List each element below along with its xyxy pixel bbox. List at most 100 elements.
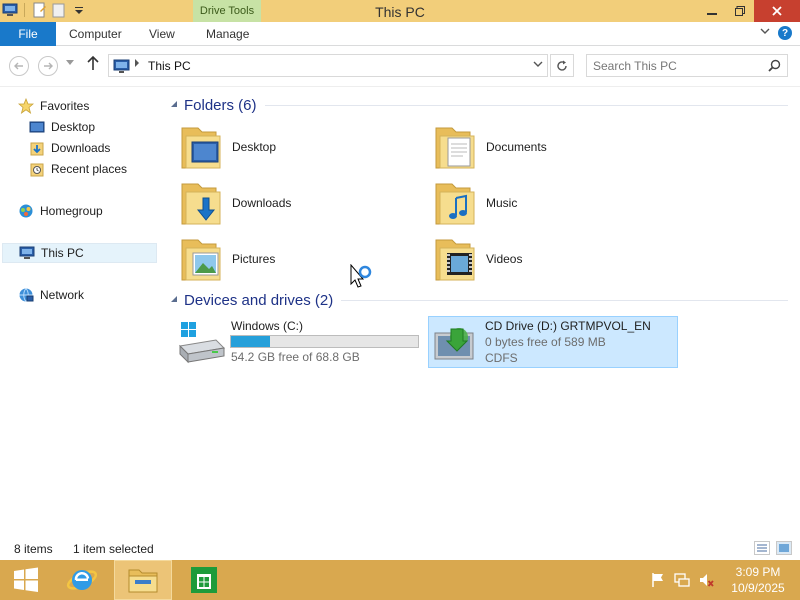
breadcrumb[interactable]: This PC — [148, 59, 191, 73]
desktop-folder-icon — [176, 122, 224, 172]
minimize-button[interactable] — [698, 0, 726, 22]
system-clock[interactable]: 3:09 PM 10/9/2025 — [722, 564, 794, 596]
collapse-icon — [170, 100, 178, 110]
forward-button[interactable] — [38, 56, 58, 76]
folder-tile-videos[interactable]: Videos — [430, 232, 670, 286]
title-bar: Drive Tools This PC — [0, 0, 800, 22]
folder-label: Documents — [486, 140, 547, 154]
volume-muted-icon[interactable] — [698, 572, 714, 591]
nav-item-desktop[interactable]: Desktop — [29, 117, 95, 137]
chevron-down-icon — [66, 60, 74, 65]
address-bar[interactable]: This PC — [108, 54, 548, 77]
window-title: This PC — [375, 4, 425, 20]
folders-group-header[interactable]: Folders (6) — [168, 94, 788, 116]
devices-group-title: Devices and drives (2) — [184, 291, 334, 309]
taskbar-store[interactable] — [180, 560, 228, 600]
computer-app-icon[interactable] — [2, 2, 18, 18]
tab-computer[interactable]: Computer — [69, 22, 122, 46]
cd-drive-icon — [429, 321, 479, 368]
drive-name: Windows (C:) — [231, 319, 304, 333]
address-row: This PC — [0, 46, 800, 86]
drive-tile-d[interactable]: CD Drive (D:) GRTMPVOL_EN 0 bytes free o… — [428, 316, 678, 368]
group-divider — [341, 299, 788, 301]
homegroup-icon — [18, 203, 34, 219]
windows-logo-icon — [14, 567, 38, 592]
network-icon — [18, 287, 34, 303]
restore-icon — [735, 6, 745, 16]
status-bar: 8 items 1 item selected — [0, 538, 800, 560]
large-icons-view-icon — [779, 544, 789, 552]
taskbar-internet-explorer[interactable] — [58, 560, 106, 600]
close-icon — [772, 6, 782, 16]
folder-tile-music[interactable]: Music — [430, 176, 670, 230]
folder-tile-desktop[interactable]: Desktop — [176, 120, 416, 174]
quick-access-toolbar — [2, 2, 87, 18]
store-icon — [191, 567, 217, 593]
file-explorer-icon — [128, 569, 158, 593]
drive-tools-contextual-tab: Drive Tools — [193, 0, 261, 22]
nav-item-label: Recent places — [51, 162, 128, 176]
downloads-icon — [29, 140, 45, 156]
hard-drive-icon — [176, 320, 226, 367]
busy-cursor-icon — [350, 263, 374, 295]
downloads-folder-icon — [176, 178, 224, 228]
folder-label: Videos — [486, 252, 523, 266]
recent-locations-dropdown[interactable] — [66, 58, 74, 68]
this-pc-icon — [19, 245, 35, 261]
large-icons-view-button[interactable] — [776, 541, 792, 555]
properties-icon[interactable] — [31, 2, 47, 18]
breadcrumb-arrow-icon[interactable] — [134, 59, 140, 69]
taskbar: 3:09 PM 10/9/2025 — [0, 560, 800, 600]
folder-tile-downloads[interactable]: Downloads — [176, 176, 416, 230]
recent-places-icon — [29, 161, 45, 177]
up-button[interactable] — [86, 55, 100, 75]
folder-tile-pictures[interactable]: Pictures — [176, 232, 416, 286]
collapse-icon — [170, 295, 178, 305]
nav-network-label: Network — [40, 288, 85, 302]
customize-qat-icon[interactable] — [71, 2, 87, 18]
help-icon[interactable]: ? — [778, 26, 792, 40]
nav-network[interactable]: Network — [18, 285, 84, 305]
selection-count: 1 item selected — [73, 542, 154, 556]
folder-label: Music — [486, 196, 518, 210]
nav-item-downloads[interactable]: Downloads — [29, 138, 110, 158]
nav-homegroup-label: Homegroup — [40, 204, 103, 218]
folder-label: Pictures — [232, 252, 276, 266]
devices-group-header[interactable]: Devices and drives (2) — [168, 289, 788, 311]
nav-favorites[interactable]: Favorites — [18, 96, 89, 116]
nav-this-pc[interactable]: This PC — [2, 243, 157, 263]
nav-item-label: Downloads — [51, 141, 111, 155]
nav-item-label: Desktop — [51, 120, 96, 134]
nav-homegroup[interactable]: Homegroup — [18, 201, 103, 221]
drive-tile-c[interactable]: Windows (C:) 54.2 GB free of 68.8 GB — [174, 316, 424, 368]
nav-favorites-label: Favorites — [40, 99, 90, 113]
separator — [24, 3, 25, 17]
nav-item-recent-places[interactable]: Recent places — [29, 159, 127, 179]
ribbon-tab-bar: File Computer View Manage ? — [0, 22, 800, 46]
star-icon — [18, 98, 34, 114]
taskbar-file-explorer[interactable] — [114, 560, 172, 600]
start-button[interactable] — [4, 560, 48, 600]
refresh-button[interactable] — [550, 54, 574, 77]
expand-ribbon-icon[interactable] — [760, 26, 770, 39]
back-arrow-icon — [14, 62, 23, 70]
tab-file[interactable]: File — [0, 22, 56, 46]
videos-folder-icon — [430, 234, 478, 284]
search-icon[interactable] — [768, 59, 781, 75]
tab-view[interactable]: View — [149, 22, 175, 46]
new-folder-icon[interactable] — [51, 2, 67, 18]
back-button[interactable] — [9, 56, 29, 76]
search-box[interactable] — [586, 54, 788, 77]
search-input[interactable] — [593, 58, 763, 73]
action-center-flag-icon[interactable] — [650, 572, 666, 591]
network-status-icon[interactable] — [674, 572, 690, 591]
details-view-icon — [757, 544, 767, 552]
close-button[interactable] — [754, 0, 800, 22]
tab-manage[interactable]: Manage — [206, 22, 249, 46]
restore-button[interactable] — [726, 0, 754, 22]
pictures-folder-icon — [176, 234, 224, 284]
music-folder-icon — [430, 178, 478, 228]
address-dropdown-icon[interactable] — [533, 59, 543, 72]
details-view-button[interactable] — [754, 541, 770, 555]
folder-tile-documents[interactable]: Documents — [430, 120, 670, 174]
